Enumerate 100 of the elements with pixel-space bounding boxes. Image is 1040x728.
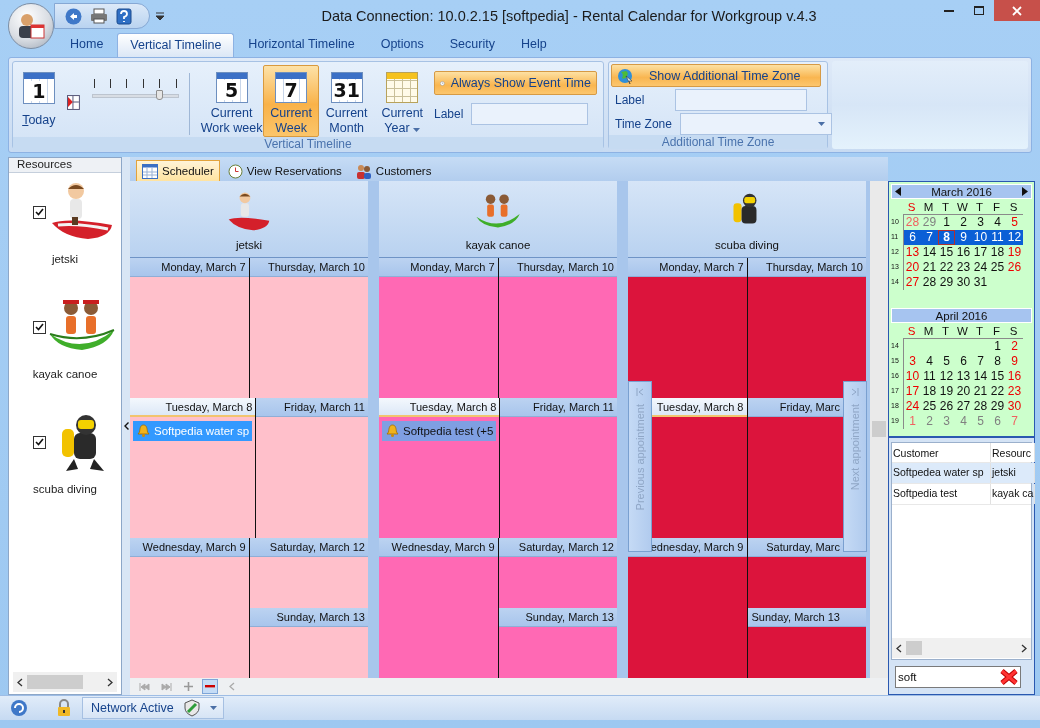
calendar-day[interactable]: 25 <box>989 260 1006 275</box>
calendar-day[interactable]: 21 <box>921 260 938 275</box>
horizontal-scrollbar[interactable] <box>892 638 1031 659</box>
calendar-day[interactable]: 11 <box>989 230 1006 245</box>
calendar-day[interactable]: 14 <box>921 245 938 260</box>
calendar-day[interactable]: 18 <box>989 245 1006 260</box>
ribbon-tab[interactable]: Home <box>58 33 116 57</box>
calendar-day[interactable]: 28 <box>972 399 989 414</box>
calendar-day[interactable]: 12 <box>1006 230 1023 245</box>
calendar-day[interactable]: 9 <box>1006 354 1023 369</box>
calendar-day[interactable]: 20 <box>955 384 972 399</box>
calendar-day[interactable]: 29 <box>921 215 938 230</box>
dropdown-caret-icon[interactable] <box>817 122 825 126</box>
calendar-day[interactable]: 17 <box>972 245 989 260</box>
calendar-day[interactable]: 6 <box>989 414 1006 429</box>
calendar-day[interactable]: 3 <box>938 414 955 429</box>
calendar-day[interactable]: 28 <box>921 275 938 290</box>
calendar-day[interactable]: 5 <box>1006 215 1023 230</box>
table-cell[interactable]: jetski <box>991 463 1035 483</box>
ribbon-tab[interactable]: Help <box>508 33 559 57</box>
refresh-icon[interactable] <box>10 699 28 717</box>
table-cell[interactable]: kayak ca <box>991 484 1035 504</box>
scheduler-tab[interactable]: View Reservations <box>221 160 348 181</box>
calendar-day[interactable]: 18 <box>921 384 938 399</box>
calendar-day[interactable]: 13 <box>904 245 921 260</box>
label-input[interactable] <box>675 89 807 111</box>
calendar-day[interactable]: 22 <box>938 260 955 275</box>
calendar-day[interactable]: 24 <box>904 399 921 414</box>
calendar-day[interactable]: 20 <box>904 260 921 275</box>
calendar-day[interactable]: 15 <box>989 369 1006 384</box>
always-show-event-time-button[interactable]: Always Show Event Time <box>434 71 597 95</box>
help-icon[interactable] <box>116 7 132 25</box>
calendar-day[interactable]: 26 <box>938 399 955 414</box>
checkbox[interactable] <box>32 320 46 334</box>
calendar-day[interactable]: 4 <box>955 414 972 429</box>
calendar-day[interactable]: 19 <box>1006 245 1023 260</box>
calendar-day[interactable]: 5 <box>938 354 955 369</box>
calendar-day[interactable]: 8 <box>989 354 1006 369</box>
view-button[interactable]: 31 Current Month <box>318 65 375 137</box>
horizontal-scrollbar[interactable] <box>13 672 117 692</box>
calendar-day[interactable]: 3 <box>972 215 989 230</box>
checkbox[interactable] <box>32 435 46 449</box>
calendar-day[interactable]: 2 <box>921 414 938 429</box>
scroll-thumb[interactable] <box>906 641 922 656</box>
calendar-day[interactable]: 1 <box>989 339 1006 354</box>
calendar-day[interactable]: 12 <box>938 369 955 384</box>
calendar-day[interactable]: 14 <box>972 369 989 384</box>
ribbon-tab[interactable]: Security <box>437 33 507 57</box>
calendar-day[interactable]: 29 <box>989 399 1006 414</box>
back-icon[interactable] <box>65 7 82 25</box>
calendar-day[interactable]: 6 <box>955 354 972 369</box>
table-cell[interactable]: Softpedea water sp <box>892 463 991 483</box>
scheduler-tab[interactable]: Customers <box>349 160 438 181</box>
calendar-day[interactable]: 22 <box>989 384 1006 399</box>
column-header[interactable]: Resourc <box>991 443 1035 462</box>
network-status[interactable]: Network Active <box>82 697 224 719</box>
calendar-day[interactable]: 30 <box>1006 399 1023 414</box>
customize-menu-icon[interactable] <box>156 12 164 20</box>
calendar-day[interactable]: 15 <box>938 245 955 260</box>
calendar-day[interactable]: 30 <box>955 275 972 290</box>
timeline-zoom-icon[interactable] <box>66 95 80 110</box>
calendar-day[interactable]: 8 <box>938 230 955 245</box>
next-month-icon[interactable] <box>1022 187 1028 196</box>
calendar-day[interactable]: 3 <box>904 354 921 369</box>
calendar-day[interactable]: 24 <box>972 260 989 275</box>
calendar-day[interactable]: 19 <box>938 384 955 399</box>
slider-thumb[interactable] <box>156 90 164 100</box>
label-input[interactable] <box>471 103 589 125</box>
calendar-day[interactable]: 29 <box>938 275 955 290</box>
previous-month-icon[interactable] <box>895 187 901 196</box>
calendar-day[interactable]: 4 <box>989 215 1006 230</box>
vertical-scrollbar[interactable] <box>870 181 888 678</box>
minus-icon[interactable] <box>202 679 218 694</box>
view-button[interactable]: 5 Current Work week <box>199 65 264 137</box>
calendar-day[interactable]: 23 <box>1006 384 1023 399</box>
calendar-day[interactable]: 6 <box>904 230 921 245</box>
calendar-day[interactable]: 7 <box>972 354 989 369</box>
calendar-day[interactable]: 16 <box>1006 369 1023 384</box>
calendar-day[interactable]: 17 <box>904 384 921 399</box>
column-header[interactable]: Customer <box>892 443 991 462</box>
calendar-day[interactable]: 26 <box>1006 260 1023 275</box>
calendar-day[interactable]: 21 <box>972 384 989 399</box>
dropdown-caret-icon[interactable] <box>413 128 421 132</box>
checkbox[interactable] <box>32 205 46 219</box>
ribbon-tab[interactable]: Horizontal Timeline <box>236 33 367 57</box>
today-button[interactable]: 1 Today <box>19 65 59 137</box>
calendar-day[interactable]: 27 <box>904 275 921 290</box>
scheduler-tab[interactable]: Scheduler <box>136 160 220 181</box>
clear-icon[interactable] <box>1000 669 1018 686</box>
zoom-slider[interactable] <box>91 79 179 98</box>
table-cell[interactable]: Softpedia test <box>892 484 991 504</box>
calendar-day[interactable]: 25 <box>921 399 938 414</box>
calendar-day[interactable]: 5 <box>972 414 989 429</box>
calendar-day[interactable]: 2 <box>955 215 972 230</box>
calendar-day[interactable]: 7 <box>921 230 938 245</box>
calendar-day[interactable]: 11 <box>921 369 938 384</box>
calendar-day[interactable]: 31 <box>972 275 989 290</box>
calendar-day[interactable]: 16 <box>955 245 972 260</box>
ribbon-tab[interactable]: Options <box>368 33 436 57</box>
calendar-day[interactable]: 9 <box>955 230 972 245</box>
